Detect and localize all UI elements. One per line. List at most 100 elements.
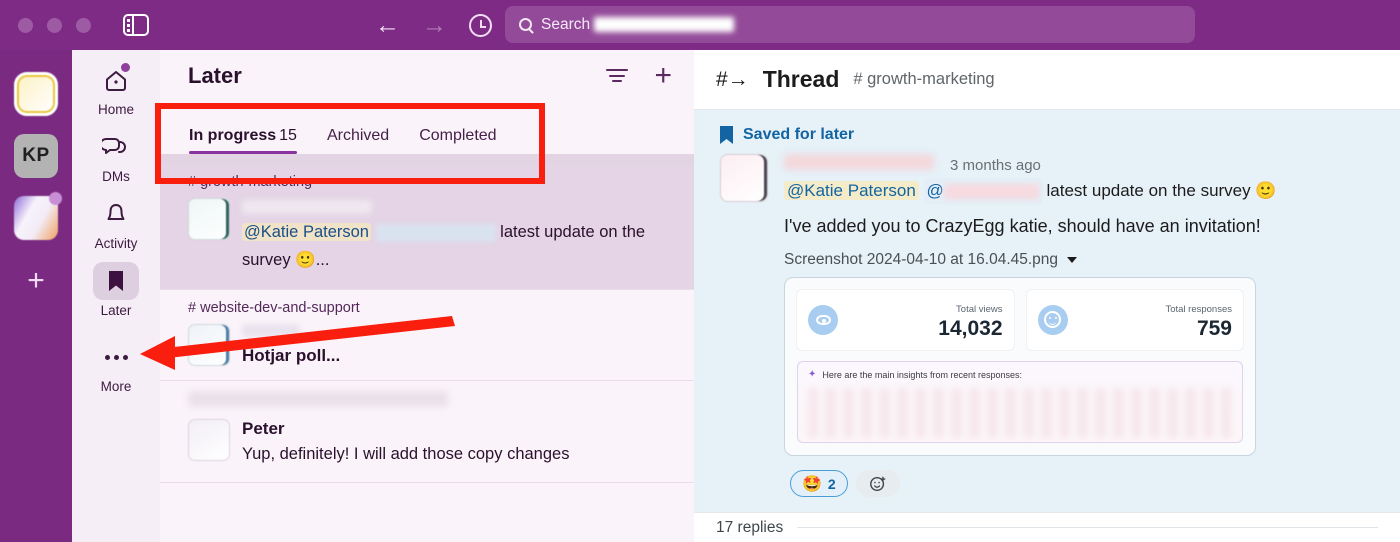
- back-button[interactable]: ←: [375, 12, 400, 38]
- mention-redacted[interactable]: @: [923, 178, 1042, 205]
- sidebar-item-dms[interactable]: DMs: [72, 117, 160, 184]
- stat-value: 759: [1196, 317, 1232, 341]
- tab-in-progress-count: 15: [279, 127, 297, 144]
- list-item-message: @Katie Paterson latest update on the sur…: [242, 218, 678, 275]
- insights-box: ✦ Here are the main insights from recent…: [797, 361, 1243, 444]
- reactions-row: 🤩 2: [694, 456, 1400, 498]
- add-workspace-button[interactable]: +: [0, 266, 72, 296]
- sidebar-item-more-label: More: [100, 379, 132, 394]
- page-title: Later: [188, 63, 242, 88]
- list-item-channel-redacted: [188, 390, 448, 407]
- bookmark-icon: [93, 262, 139, 300]
- stat-value: 14,032: [938, 317, 1003, 341]
- list-item-channel: # growth-marketing: [188, 174, 313, 190]
- eye-icon: [808, 304, 838, 335]
- message-author-redacted: [784, 154, 934, 170]
- list-item[interactable]: Peter Yup, definitely! I will add those …: [160, 381, 694, 484]
- tab-completed[interactable]: Completed: [419, 127, 496, 154]
- sidebar-item-more[interactable]: More: [72, 318, 160, 394]
- avatar[interactable]: [720, 154, 768, 202]
- sidebar-item-home-label: Home: [97, 102, 134, 117]
- thread-title: Thread: [762, 66, 840, 92]
- tab-in-progress[interactable]: In progress 15: [189, 127, 297, 154]
- stat-label: Total responses: [1165, 304, 1232, 316]
- workspace-kp-label: KP: [22, 145, 50, 166]
- sidebar-toggle-icon[interactable]: [123, 14, 149, 36]
- sidebar-item-activity[interactable]: Activity: [72, 184, 160, 251]
- list-item[interactable]: # growth-marketing @Katie Paterson lates…: [160, 164, 694, 290]
- sidebar-item-later-label: Later: [100, 303, 132, 318]
- workspace-rail: KP +: [0, 50, 72, 542]
- stats-row: Total views 14,032 Total responses 759: [797, 290, 1243, 351]
- saved-for-later-banner: Saved for later: [694, 110, 1400, 144]
- avatar: [188, 198, 230, 240]
- close-window-button[interactable]: [18, 17, 33, 33]
- reaction-emoji: 🤩: [802, 475, 822, 493]
- stat-card-total-views: Total views 14,032: [797, 290, 1014, 351]
- slack-window: ← → Search KP + Home DMs Activity Later …: [0, 0, 1400, 542]
- reaction-count: 2: [827, 475, 836, 492]
- thread-header: #→ Thread # growth-marketing: [694, 50, 1400, 110]
- later-panel: Later + In progress 15 Archived Completed…: [160, 50, 694, 542]
- mention-redacted: [375, 223, 496, 242]
- primary-nav: Home DMs Activity Later More: [72, 50, 160, 542]
- sidebar-item-dms-label: DMs: [102, 169, 130, 184]
- message-line-1-tail: latest update on the survey 🙂: [1041, 181, 1277, 200]
- later-tabs: In progress 15 Archived Completed: [160, 102, 694, 154]
- bookmark-icon: [720, 126, 733, 144]
- history-nav-group: ← →: [375, 0, 492, 50]
- mention-katie-paterson[interactable]: @Katie Paterson: [784, 181, 919, 200]
- list-item-channel: [188, 390, 678, 411]
- replies-count: 17 replies: [716, 518, 784, 536]
- list-item-title: Peter: [242, 418, 285, 438]
- attachment-preview[interactable]: Total views 14,032 Total responses 759 ✦…: [784, 277, 1256, 457]
- message-line-2: I've added you to CrazyEgg katie, should…: [784, 216, 1261, 237]
- plus-icon[interactable]: +: [654, 61, 672, 91]
- search-input[interactable]: Search: [505, 6, 1195, 43]
- thread-channel-name[interactable]: # growth-marketing: [853, 70, 994, 89]
- thread-channel-icon: #→: [716, 67, 749, 91]
- search-redacted-workspace: [594, 17, 735, 32]
- window-traffic-lights[interactable]: [18, 17, 91, 33]
- list-item-author-redacted: [242, 323, 300, 337]
- history-icon[interactable]: [469, 13, 492, 37]
- search-icon: [519, 18, 532, 31]
- avatar: [188, 418, 230, 461]
- stat-label: Total views: [956, 304, 1003, 316]
- title-bar: ← → Search: [0, 0, 1400, 50]
- message-timestamp: 3 months ago: [950, 157, 1041, 174]
- sidebar-item-home[interactable]: Home: [72, 50, 160, 117]
- tabs-divider: [160, 154, 694, 164]
- tab-in-progress-label: In progress: [189, 127, 277, 144]
- maximize-window-button[interactable]: [76, 17, 91, 33]
- forward-button[interactable]: →: [422, 12, 447, 38]
- chevron-down-icon[interactable]: [1067, 257, 1078, 264]
- saved-for-later-label: Saved for later: [743, 126, 855, 143]
- thread-panel: #→ Thread # growth-marketing Saved for l…: [694, 50, 1400, 542]
- later-header: Later +: [160, 50, 694, 102]
- minimize-window-button[interactable]: [47, 17, 62, 33]
- workspace-active[interactable]: [14, 72, 58, 116]
- bell-icon: [93, 195, 139, 233]
- mention-katie-paterson[interactable]: @Katie Paterson: [242, 223, 371, 241]
- attachment-filename: Screenshot 2024-04-10 at 16.04.45.png: [784, 251, 1059, 269]
- list-item[interactable]: # website-dev-and-support Hotjar poll...: [160, 290, 694, 381]
- filter-icon[interactable]: [606, 68, 629, 84]
- workspace-other[interactable]: [14, 192, 62, 240]
- sidebar-item-activity-label: Activity: [94, 236, 138, 251]
- stat-card-total-responses: Total responses 759: [1026, 290, 1243, 351]
- workspace-kp[interactable]: KP: [14, 134, 58, 178]
- message-line-1: @Katie Paterson @ latest update on the s…: [784, 178, 1376, 205]
- attachment-filename-row[interactable]: Screenshot 2024-04-10 at 16.04.45.png: [784, 251, 1376, 269]
- ellipsis-icon: [93, 338, 139, 376]
- tab-archived[interactable]: Archived: [327, 127, 389, 154]
- home-icon: [93, 61, 139, 99]
- reaction-chip[interactable]: 🤩 2: [790, 470, 848, 498]
- thread-replies-bar[interactable]: 17 replies: [694, 512, 1400, 542]
- search-label: Search: [541, 15, 591, 33]
- list-item-message: Yup, definitely! I will add those copy c…: [242, 444, 570, 463]
- add-reaction-icon[interactable]: [855, 470, 900, 498]
- thread-message: 3 months ago @Katie Paterson @ latest up…: [694, 144, 1400, 457]
- divider: [797, 527, 1378, 528]
- sidebar-item-later[interactable]: Later: [72, 251, 160, 318]
